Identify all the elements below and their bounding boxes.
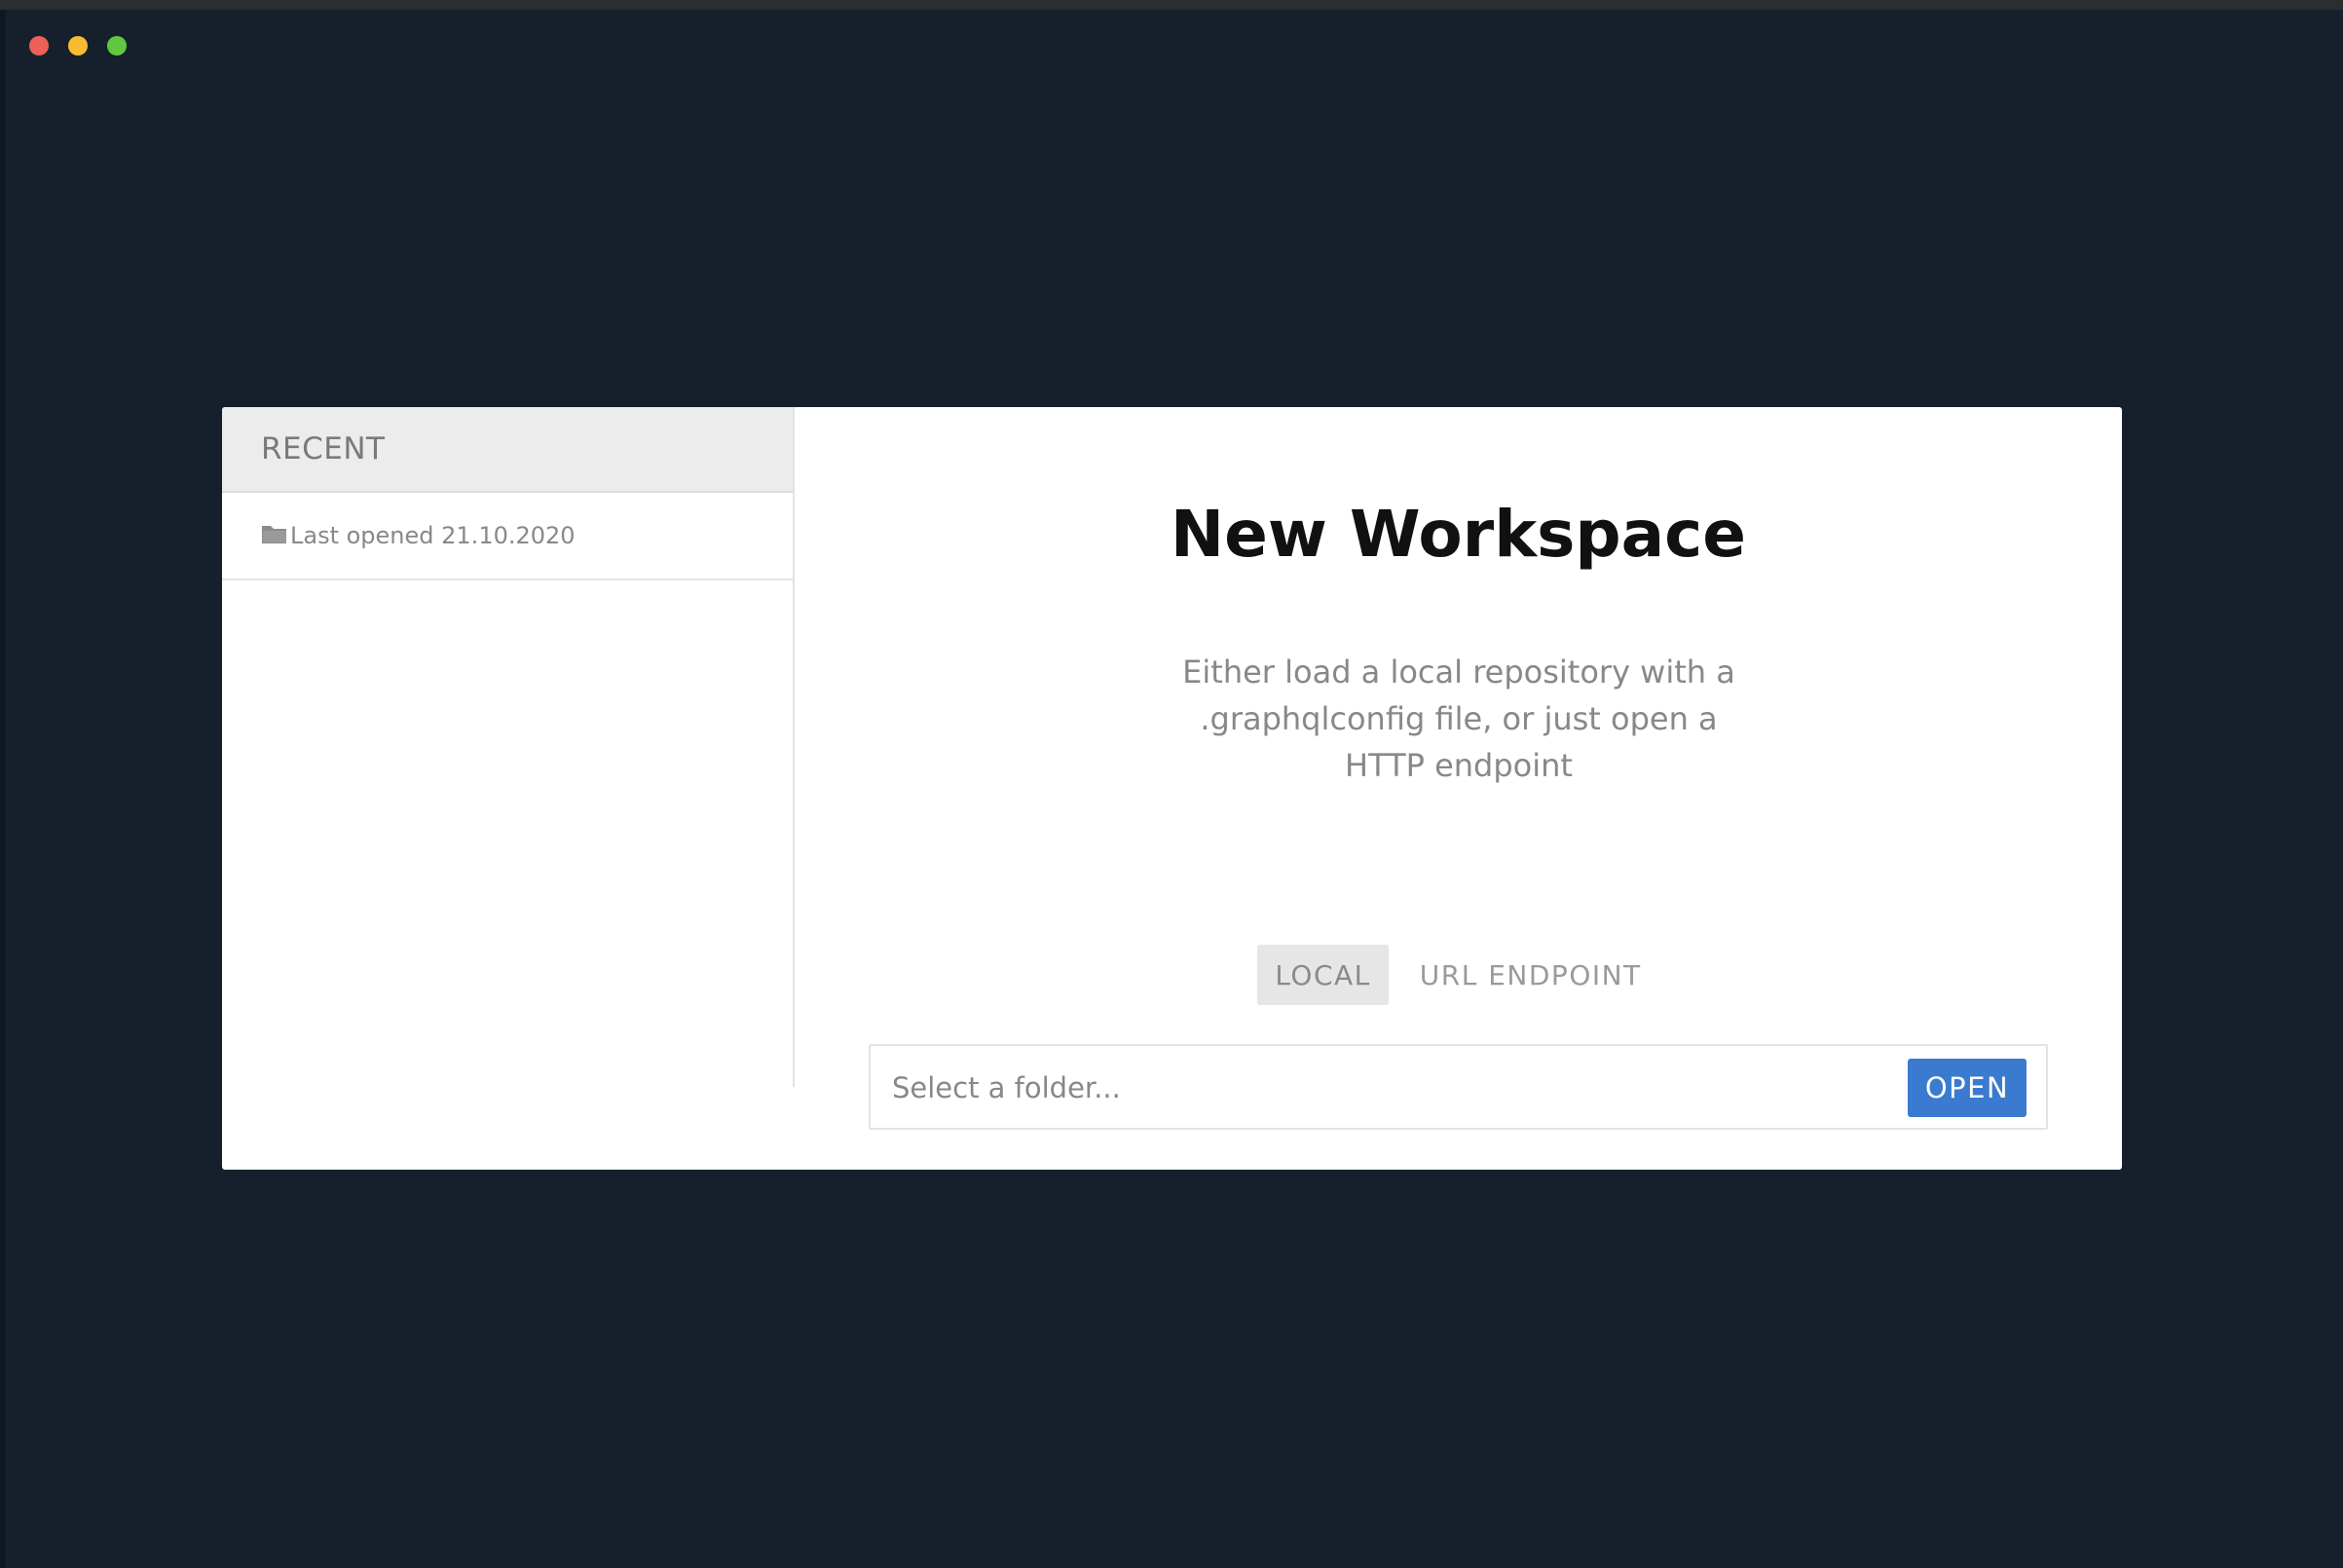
open-button[interactable]: OPEN [1908, 1059, 2027, 1117]
recent-sidebar: RECENT Last opened 21.10.2020 [222, 407, 795, 1087]
workspace-dialog: RECENT Last opened 21.10.2020 New Worksp… [222, 407, 2122, 1170]
recent-item-label: Last opened 21.10.2020 [290, 522, 576, 549]
main-panel: New Workspace Either load a local reposi… [795, 407, 2122, 1170]
close-window-button[interactable] [29, 36, 49, 56]
source-tabs: LOCAL URL ENDPOINT [795, 945, 2122, 1005]
folder-input[interactable] [890, 1046, 1868, 1130]
tab-local[interactable]: LOCAL [1257, 945, 1389, 1005]
traffic-lights [29, 36, 127, 56]
tab-url-endpoint[interactable]: URL ENDPOINT [1402, 945, 1659, 1005]
minimize-window-button[interactable] [68, 36, 88, 56]
page-title: New Workspace [1170, 497, 1747, 572]
recent-header: RECENT [222, 407, 793, 493]
maximize-window-button[interactable] [107, 36, 127, 56]
app-window: RECENT Last opened 21.10.2020 New Worksp… [0, 0, 2343, 1568]
recent-item[interactable]: Last opened 21.10.2020 [222, 493, 793, 580]
description-text: Either load a local repository with a .g… [1182, 653, 1735, 784]
window-top-edge [0, 0, 2343, 10]
window-left-edge [0, 10, 6, 1568]
folder-input-row: OPEN [869, 1044, 2048, 1130]
folder-icon [262, 526, 286, 543]
